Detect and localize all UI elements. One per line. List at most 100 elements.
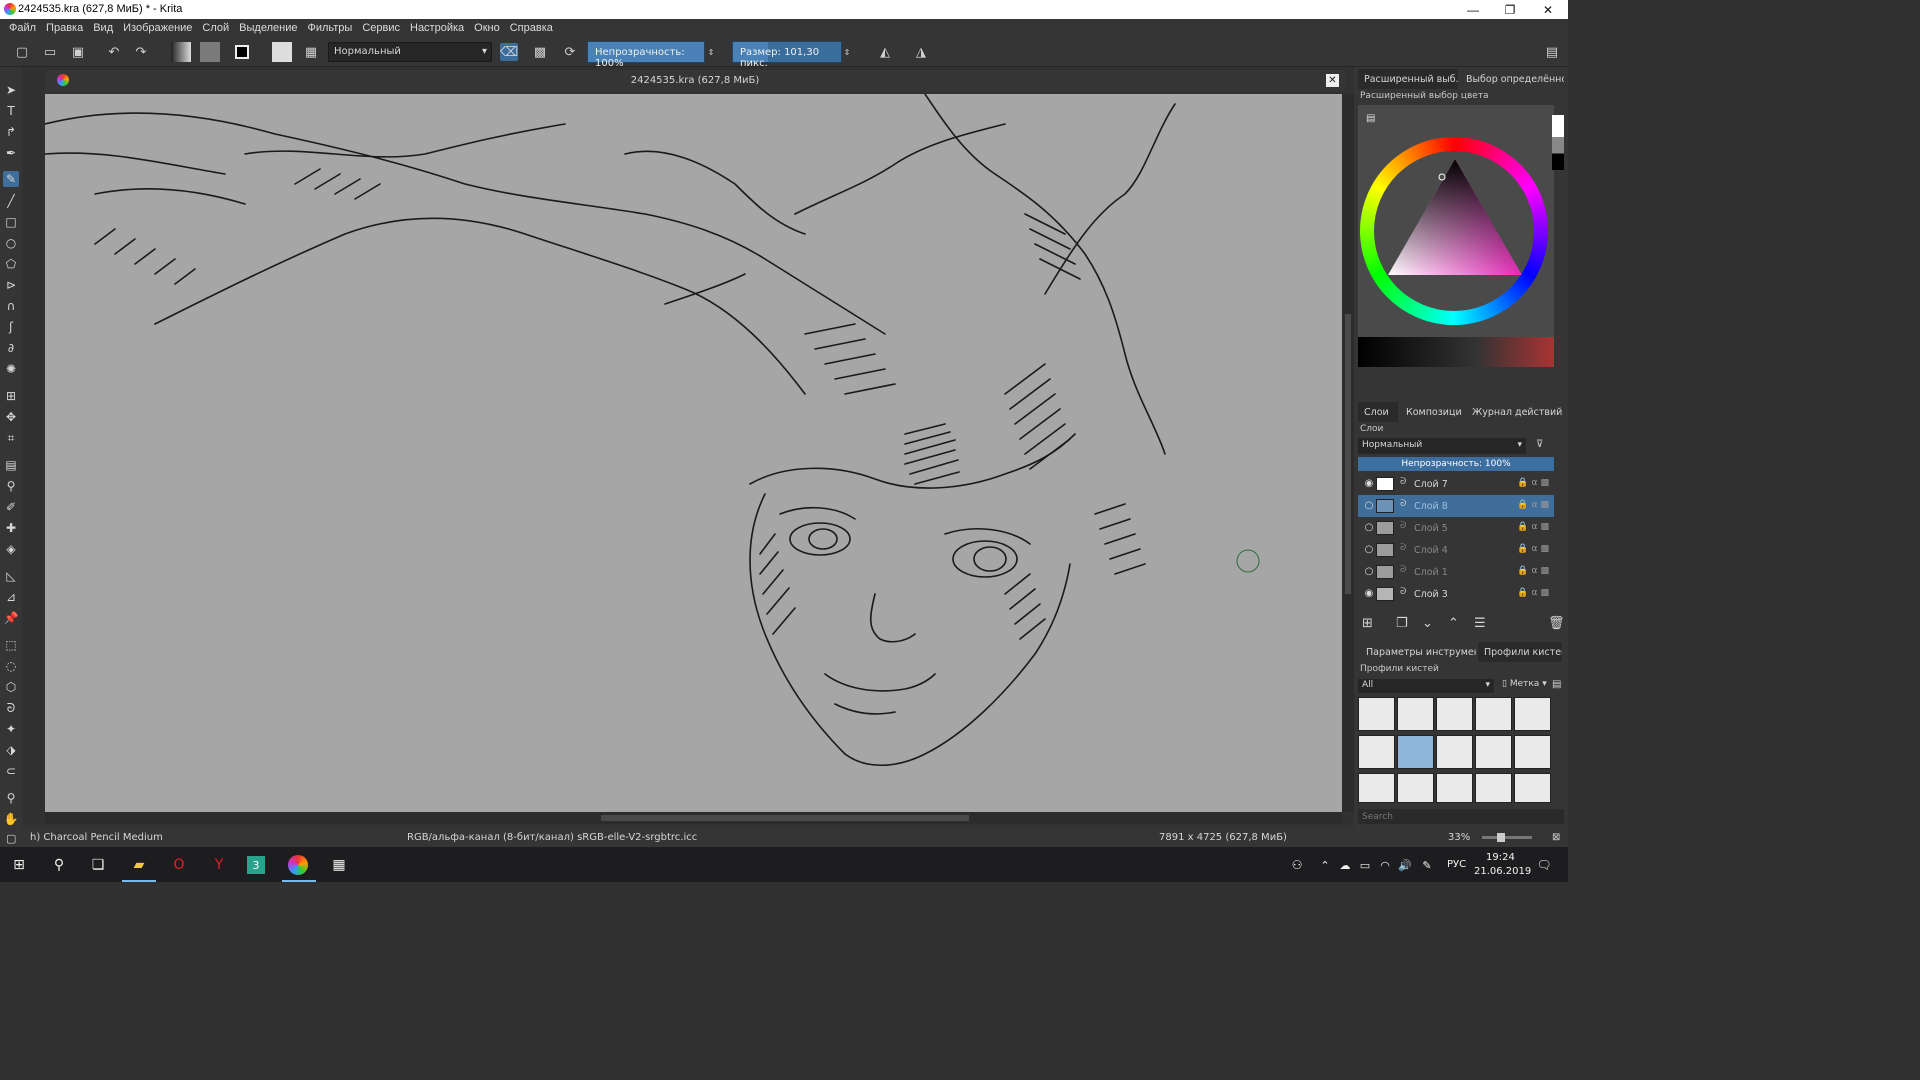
saturation-value-triangle[interactable] — [1380, 151, 1530, 281]
brush-preset-tile[interactable] — [1436, 735, 1473, 769]
brush-preset-tile[interactable] — [1514, 773, 1551, 803]
eye-hidden-icon[interactable]: ○ — [1363, 500, 1375, 512]
contiguous-select-tool-icon[interactable]: ✦ — [3, 721, 19, 737]
tab-undo-history[interactable]: Журнал действий — [1466, 402, 1566, 422]
tab-compositions[interactable]: Композиции — [1400, 402, 1462, 422]
eye-icon[interactable]: ◉ — [1363, 478, 1375, 490]
calligraphy-tool-icon[interactable]: ✒ — [3, 145, 19, 161]
brush-status-icon[interactable]: ▢ — [6, 832, 16, 845]
yandex-browser-icon[interactable]: Y — [207, 853, 231, 877]
app-3-icon[interactable]: 3 — [247, 856, 265, 874]
freehand-select-tool-icon[interactable]: ᘐ — [3, 700, 19, 716]
colorize-mask-tool-icon[interactable]: ✐ — [3, 499, 19, 515]
fill-tool-icon[interactable]: ◈ — [3, 541, 19, 557]
rect-select-tool-icon[interactable]: ⬚ — [3, 637, 19, 653]
layer-row[interactable]: ○ ᘒ Слой 5 🔒α▩ — [1358, 517, 1554, 539]
tab-advanced-color-selector[interactable]: Расширенный выб... — [1358, 69, 1458, 89]
gradient-swatch[interactable] — [171, 42, 191, 62]
brush-preset-tile[interactable] — [1436, 773, 1473, 803]
crop-tool-icon[interactable]: ⌗ — [3, 430, 19, 446]
menu-layer[interactable]: Слой — [197, 22, 234, 34]
eraser-mode-icon[interactable]: ⌫ — [500, 43, 518, 61]
menu-window[interactable]: Окно — [469, 22, 505, 34]
layer-opacity-slider[interactable]: Непрозрачность: 100% — [1358, 457, 1554, 471]
new-document-icon[interactable]: ▢ — [13, 43, 31, 61]
presets-tag-button[interactable]: ▯ Метка ▾ — [1502, 679, 1547, 689]
rectangle-tool-icon[interactable]: □ — [3, 214, 19, 230]
color-history-strip[interactable] — [1552, 115, 1564, 170]
clock-time[interactable]: 19:24 — [1486, 852, 1515, 863]
search-icon[interactable]: ⚲ — [47, 853, 71, 877]
calculator-icon[interactable]: ▦ — [327, 853, 351, 877]
polygon-select-tool-icon[interactable]: ⬡ — [3, 679, 19, 695]
freehand-brush-tool-icon[interactable]: ✎ — [3, 171, 19, 187]
brush-preset-tile[interactable] — [1358, 697, 1395, 731]
layer-row[interactable]: ○ ᘒ Слой 4 🔒α▩ — [1358, 539, 1554, 561]
menu-image[interactable]: Изображение — [118, 22, 197, 34]
workspaces-icon[interactable]: ▤ — [1543, 43, 1561, 61]
eye-hidden-icon[interactable]: ○ — [1363, 566, 1375, 578]
smart-patch-tool-icon[interactable]: ✚ — [3, 520, 19, 536]
ellipse-select-tool-icon[interactable]: ◌ — [3, 658, 19, 674]
delete-layer-icon[interactable]: 🗑 — [1548, 616, 1565, 631]
brush-preset-tile[interactable] — [1475, 735, 1512, 769]
pattern-swatch[interactable] — [200, 42, 220, 62]
brush-preset-tile-selected[interactable] — [1397, 735, 1434, 769]
file-explorer-icon[interactable]: ▰ — [127, 853, 151, 877]
brush-preset-tile[interactable] — [1397, 773, 1434, 803]
pen-icon[interactable]: ✎ — [1415, 853, 1439, 877]
similar-select-tool-icon[interactable]: ⬗ — [3, 742, 19, 758]
horizontal-scrollbar[interactable] — [45, 812, 1342, 824]
filter-icon[interactable]: ⊽ — [1536, 439, 1543, 450]
close-window-button[interactable]: ✕ — [1530, 0, 1566, 19]
layer-lock-icons[interactable]: 🔒α▩ — [1517, 522, 1552, 532]
size-slider[interactable]: Размер: 101,30 пикс. — [732, 41, 842, 69]
redo-icon[interactable]: ↷ — [132, 43, 150, 61]
clock-date[interactable]: 21.06.2019 — [1474, 866, 1531, 877]
assistant-tool-icon[interactable]: ◺ — [3, 568, 19, 584]
line-tool-icon[interactable]: ╱ — [3, 193, 19, 209]
multibrush-tool-icon[interactable]: ✺ — [3, 361, 19, 377]
move-layer-up-icon[interactable]: ⌃ — [1448, 616, 1459, 631]
menu-tools[interactable]: Сервис — [357, 22, 405, 34]
undo-icon[interactable]: ↶ — [105, 43, 123, 61]
opera-browser-icon[interactable]: O — [167, 853, 191, 877]
layer-blend-mode-select[interactable]: Нормальный ▾ — [1358, 438, 1526, 454]
menu-filters[interactable]: Фильтры — [302, 22, 357, 34]
layer-lock-icons[interactable]: 🔒α▩ — [1517, 588, 1552, 598]
ellipse-tool-icon[interactable]: ○ — [3, 235, 19, 251]
volume-icon[interactable]: 🔊 — [1393, 853, 1417, 877]
brush-preset-tile[interactable] — [1436, 697, 1473, 731]
people-icon[interactable]: ⚇ — [1285, 853, 1309, 877]
presets-filter-select[interactable]: All ▾ — [1358, 679, 1494, 693]
move-layer-down-icon[interactable]: ⌄ — [1422, 616, 1433, 631]
task-view-icon[interactable]: ❏ — [86, 853, 110, 877]
opacity-slider[interactable]: Непрозрачность: 100% — [587, 41, 705, 69]
maximize-button[interactable]: ❐ — [1492, 0, 1528, 19]
brush-preset-tile[interactable] — [1397, 697, 1434, 731]
zoom-tool-icon[interactable]: ⚲ — [3, 790, 19, 806]
drawing-canvas[interactable] — [45, 94, 1342, 812]
layer-row[interactable]: ○ ᘒ Слой 1 🔒α▩ — [1358, 561, 1554, 583]
polyline-tool-icon[interactable]: ⊳ — [3, 277, 19, 293]
freehand-path-tool-icon[interactable]: ʃ — [3, 319, 19, 335]
zoom-slider-handle[interactable] — [1497, 833, 1505, 842]
pan-tool-icon[interactable]: ✋ — [3, 811, 19, 827]
layer-row[interactable]: ○ ᘒ Слой 8 🔒α▩ — [1358, 495, 1554, 517]
bezier-tool-icon[interactable]: ∩ — [3, 298, 19, 314]
brush-preset-tile[interactable] — [1475, 697, 1512, 731]
save-icon[interactable]: ▣ — [69, 43, 87, 61]
vertical-scrollbar[interactable] — [1342, 94, 1354, 812]
layer-lock-icons[interactable]: 🔒α▩ — [1517, 500, 1552, 510]
eye-hidden-icon[interactable]: ○ — [1363, 544, 1375, 556]
add-layer-icon[interactable]: ⊞ — [1362, 616, 1373, 631]
minimize-button[interactable]: — — [1455, 0, 1491, 19]
layer-row[interactable]: ◉ ᘒ Слой 3 🔒α▩ — [1358, 583, 1554, 605]
open-folder-icon[interactable]: ▭ — [41, 43, 59, 61]
menu-view[interactable]: Вид — [88, 22, 118, 34]
edit-shape-tool-icon[interactable]: ↱ — [3, 124, 19, 140]
close-document-button[interactable]: ✕ — [1326, 74, 1339, 87]
mirror-vertical-icon[interactable]: ◮ — [912, 43, 930, 61]
brush-preset-tile[interactable] — [1514, 697, 1551, 731]
vertical-scroll-thumb[interactable] — [1345, 314, 1351, 594]
